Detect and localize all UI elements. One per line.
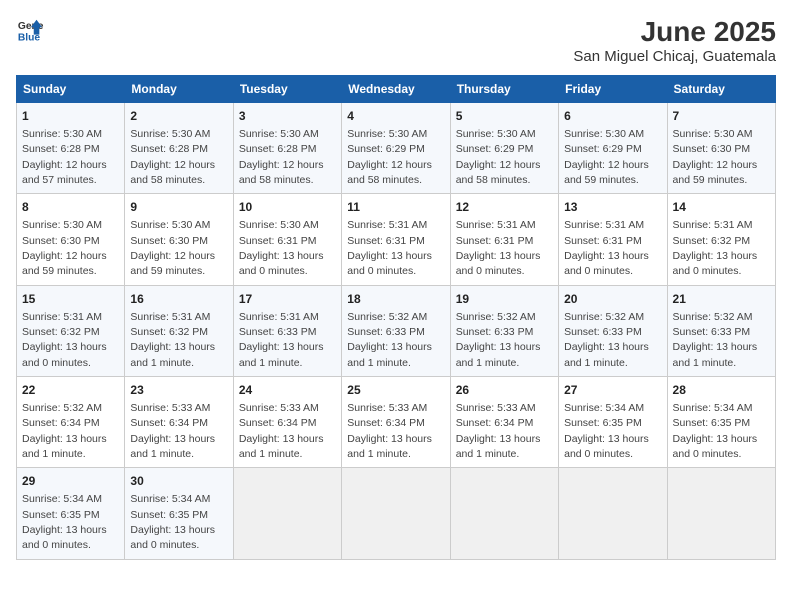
week-row-1: 1 Sunrise: 5:30 AMSunset: 6:28 PMDayligh… xyxy=(17,103,776,194)
day-3: 3 Sunrise: 5:30 AMSunset: 6:28 PMDayligh… xyxy=(233,103,341,194)
day-22: 22 Sunrise: 5:32 AMSunset: 6:34 PMDaylig… xyxy=(17,377,125,468)
logo-icon: General Blue xyxy=(16,16,44,44)
header-sunday: Sunday xyxy=(17,76,125,103)
day-14: 14 Sunrise: 5:31 AMSunset: 6:32 PMDaylig… xyxy=(667,194,775,285)
day-27: 27 Sunrise: 5:34 AMSunset: 6:35 PMDaylig… xyxy=(559,377,667,468)
day-29: 29 Sunrise: 5:34 AMSunset: 6:35 PMDaylig… xyxy=(17,468,125,559)
day-15: 15 Sunrise: 5:31 AMSunset: 6:32 PMDaylig… xyxy=(17,285,125,376)
day-23: 23 Sunrise: 5:33 AMSunset: 6:34 PMDaylig… xyxy=(125,377,233,468)
day-12: 12 Sunrise: 5:31 AMSunset: 6:31 PMDaylig… xyxy=(450,194,558,285)
header-thursday: Thursday xyxy=(450,76,558,103)
day-24: 24 Sunrise: 5:33 AMSunset: 6:34 PMDaylig… xyxy=(233,377,341,468)
day-17: 17 Sunrise: 5:31 AMSunset: 6:33 PMDaylig… xyxy=(233,285,341,376)
day-21: 21 Sunrise: 5:32 AMSunset: 6:33 PMDaylig… xyxy=(667,285,775,376)
day-26: 26 Sunrise: 5:33 AMSunset: 6:34 PMDaylig… xyxy=(450,377,558,468)
day-5: 5 Sunrise: 5:30 AMSunset: 6:29 PMDayligh… xyxy=(450,103,558,194)
header-monday: Monday xyxy=(125,76,233,103)
month-year-title: June 2025 xyxy=(573,16,776,48)
day-30: 30 Sunrise: 5:34 AMSunset: 6:35 PMDaylig… xyxy=(125,468,233,559)
title-area: June 2025 San Miguel Chicaj, Guatemala xyxy=(573,16,776,65)
day-20: 20 Sunrise: 5:32 AMSunset: 6:33 PMDaylig… xyxy=(559,285,667,376)
empty-cell-4 xyxy=(559,468,667,559)
day-19: 19 Sunrise: 5:32 AMSunset: 6:33 PMDaylig… xyxy=(450,285,558,376)
header-friday: Friday xyxy=(559,76,667,103)
day-9: 9 Sunrise: 5:30 AMSunset: 6:30 PMDayligh… xyxy=(125,194,233,285)
page-header: General Blue June 2025 San Miguel Chicaj… xyxy=(16,16,776,65)
weekday-header-row: Sunday Monday Tuesday Wednesday Thursday… xyxy=(17,76,776,103)
header-tuesday: Tuesday xyxy=(233,76,341,103)
week-row-4: 22 Sunrise: 5:32 AMSunset: 6:34 PMDaylig… xyxy=(17,377,776,468)
day-11: 11 Sunrise: 5:31 AMSunset: 6:31 PMDaylig… xyxy=(342,194,450,285)
header-saturday: Saturday xyxy=(667,76,775,103)
day-4: 4 Sunrise: 5:30 AMSunset: 6:29 PMDayligh… xyxy=(342,103,450,194)
week-row-5: 29 Sunrise: 5:34 AMSunset: 6:35 PMDaylig… xyxy=(17,468,776,559)
day-2: 2 Sunrise: 5:30 AMSunset: 6:28 PMDayligh… xyxy=(125,103,233,194)
day-7: 7 Sunrise: 5:30 AMSunset: 6:30 PMDayligh… xyxy=(667,103,775,194)
day-1: 1 Sunrise: 5:30 AMSunset: 6:28 PMDayligh… xyxy=(17,103,125,194)
empty-cell-2 xyxy=(342,468,450,559)
day-13: 13 Sunrise: 5:31 AMSunset: 6:31 PMDaylig… xyxy=(559,194,667,285)
calendar-table: Sunday Monday Tuesday Wednesday Thursday… xyxy=(16,75,776,560)
day-8: 8 Sunrise: 5:30 AMSunset: 6:30 PMDayligh… xyxy=(17,194,125,285)
day-6: 6 Sunrise: 5:30 AMSunset: 6:29 PMDayligh… xyxy=(559,103,667,194)
header-wednesday: Wednesday xyxy=(342,76,450,103)
day-28: 28 Sunrise: 5:34 AMSunset: 6:35 PMDaylig… xyxy=(667,377,775,468)
empty-cell-5 xyxy=(667,468,775,559)
week-row-2: 8 Sunrise: 5:30 AMSunset: 6:30 PMDayligh… xyxy=(17,194,776,285)
day-10: 10 Sunrise: 5:30 AMSunset: 6:31 PMDaylig… xyxy=(233,194,341,285)
day-16: 16 Sunrise: 5:31 AMSunset: 6:32 PMDaylig… xyxy=(125,285,233,376)
logo: General Blue xyxy=(16,16,44,44)
week-row-3: 15 Sunrise: 5:31 AMSunset: 6:32 PMDaylig… xyxy=(17,285,776,376)
empty-cell-1 xyxy=(233,468,341,559)
location-subtitle: San Miguel Chicaj, Guatemala xyxy=(573,48,776,65)
day-18: 18 Sunrise: 5:32 AMSunset: 6:33 PMDaylig… xyxy=(342,285,450,376)
empty-cell-3 xyxy=(450,468,558,559)
day-25: 25 Sunrise: 5:33 AMSunset: 6:34 PMDaylig… xyxy=(342,377,450,468)
